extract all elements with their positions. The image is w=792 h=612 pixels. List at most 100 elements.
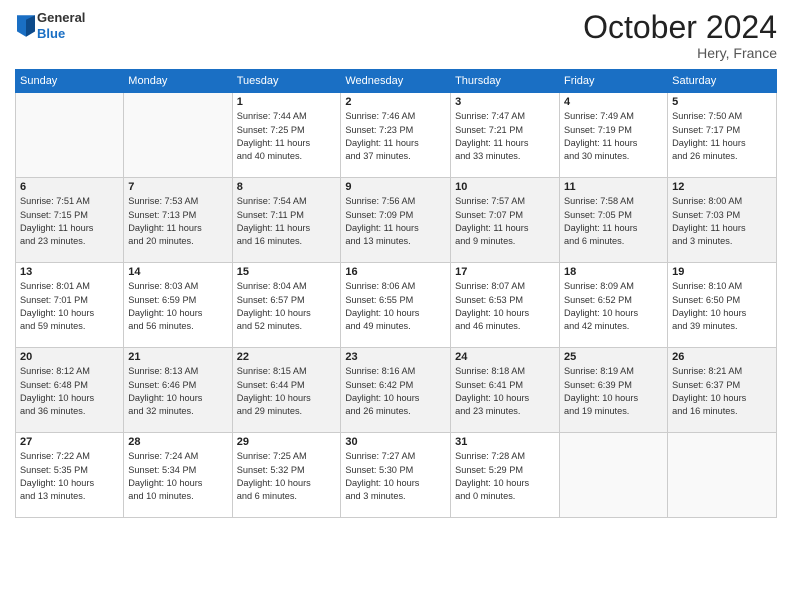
- day-number: 16: [345, 266, 446, 278]
- calendar-week-row: 20 Sunrise: 8:12 AMSunset: 6:48 PMDayligh…: [16, 348, 777, 433]
- day-number: 3: [455, 96, 555, 108]
- day-number: 9: [345, 181, 446, 193]
- calendar-cell: 10 Sunrise: 7:57 AMSunset: 7:07 PMDayligh…: [451, 178, 560, 263]
- day-number: 27: [20, 436, 119, 448]
- day-number: 15: [237, 266, 337, 278]
- calendar-cell: 21 Sunrise: 8:13 AMSunset: 6:46 PMDayligh…: [124, 348, 232, 433]
- calendar-cell: 31 Sunrise: 7:28 AMSunset: 5:29 PMDayligh…: [451, 433, 560, 518]
- day-number: 19: [672, 266, 772, 278]
- header-thursday: Thursday: [451, 70, 560, 93]
- day-number: 30: [345, 436, 446, 448]
- day-info: Sunrise: 7:47 AMSunset: 7:21 PMDaylight:…: [455, 110, 555, 163]
- day-number: 18: [564, 266, 663, 278]
- day-info: Sunrise: 7:49 AMSunset: 7:19 PMDaylight:…: [564, 110, 663, 163]
- day-number: 23: [345, 351, 446, 363]
- header-tuesday: Tuesday: [232, 70, 341, 93]
- calendar-cell: 19Sunrise: 8:10 AMSunset: 6:50 PMDayligh…: [668, 263, 777, 348]
- day-number: 2: [345, 96, 446, 108]
- day-info: Sunrise: 7:51 AMSunset: 7:15 PMDaylight:…: [20, 195, 119, 248]
- day-number: 22: [237, 351, 337, 363]
- header-saturday: Saturday: [668, 70, 777, 93]
- calendar-table: SundayMondayTuesdayWednesdayThursdayFrid…: [15, 69, 777, 518]
- calendar-cell: 2 Sunrise: 7:46 AMSunset: 7:23 PMDaylight…: [341, 93, 451, 178]
- day-info: Sunrise: 8:04 AMSunset: 6:57 PMDaylight:…: [237, 280, 337, 333]
- page: General Blue October 2024 Hery, France S…: [0, 0, 792, 612]
- calendar-cell: [668, 433, 777, 518]
- month-title: October 2024: [583, 10, 777, 45]
- calendar-cell: [124, 93, 232, 178]
- day-number: 8: [237, 181, 337, 193]
- calendar-cell: 3 Sunrise: 7:47 AMSunset: 7:21 PMDaylight…: [451, 93, 560, 178]
- day-info: Sunrise: 8:19 AMSunset: 6:39 PMDaylight:…: [564, 365, 663, 418]
- header-sunday: Sunday: [16, 70, 124, 93]
- day-number: 11: [564, 181, 663, 193]
- calendar-cell: 16 Sunrise: 8:06 AMSunset: 6:55 PMDayligh…: [341, 263, 451, 348]
- day-number: 6: [20, 181, 119, 193]
- day-number: 12: [672, 181, 772, 193]
- day-info: Sunrise: 7:56 AMSunset: 7:09 PMDaylight:…: [345, 195, 446, 248]
- calendar-cell: 26Sunrise: 8:21 AMSunset: 6:37 PMDayligh…: [668, 348, 777, 433]
- day-info: Sunrise: 7:57 AMSunset: 7:07 PMDaylight:…: [455, 195, 555, 248]
- calendar-cell: 15 Sunrise: 8:04 AMSunset: 6:57 PMDayligh…: [232, 263, 341, 348]
- calendar-cell: 7 Sunrise: 7:53 AMSunset: 7:13 PMDaylight…: [124, 178, 232, 263]
- day-info: Sunrise: 7:53 AMSunset: 7:13 PMDaylight:…: [128, 195, 227, 248]
- day-info: Sunrise: 7:25 AMSunset: 5:32 PMDaylight:…: [237, 450, 337, 503]
- day-number: 29: [237, 436, 337, 448]
- day-number: 31: [455, 436, 555, 448]
- calendar-cell: 17 Sunrise: 8:07 AMSunset: 6:53 PMDayligh…: [451, 263, 560, 348]
- calendar-cell: 29 Sunrise: 7:25 AMSunset: 5:32 PMDayligh…: [232, 433, 341, 518]
- day-info: Sunrise: 7:27 AMSunset: 5:30 PMDaylight:…: [345, 450, 446, 503]
- calendar-cell: 18 Sunrise: 8:09 AMSunset: 6:52 PMDayligh…: [559, 263, 667, 348]
- calendar-header-row: SundayMondayTuesdayWednesdayThursdayFrid…: [16, 70, 777, 93]
- title-block: October 2024 Hery, France: [583, 10, 777, 61]
- calendar-week-row: 13Sunrise: 8:01 AMSunset: 7:01 PMDayligh…: [16, 263, 777, 348]
- day-number: 5: [672, 96, 772, 108]
- calendar-cell: 22Sunrise: 8:15 AMSunset: 6:44 PMDayligh…: [232, 348, 341, 433]
- logo-icon: [17, 15, 35, 37]
- day-number: 21: [128, 351, 227, 363]
- day-number: 7: [128, 181, 227, 193]
- logo-text: General Blue: [37, 10, 85, 41]
- header-friday: Friday: [559, 70, 667, 93]
- calendar-cell: [16, 93, 124, 178]
- calendar-cell: 6 Sunrise: 7:51 AMSunset: 7:15 PMDaylight…: [16, 178, 124, 263]
- calendar-week-row: 6 Sunrise: 7:51 AMSunset: 7:15 PMDaylight…: [16, 178, 777, 263]
- day-number: 20: [20, 351, 119, 363]
- day-info: Sunrise: 8:13 AMSunset: 6:46 PMDaylight:…: [128, 365, 227, 418]
- header-wednesday: Wednesday: [341, 70, 451, 93]
- calendar-week-row: 27 Sunrise: 7:22 AMSunset: 5:35 PMDayligh…: [16, 433, 777, 518]
- location: Hery, France: [583, 45, 777, 61]
- day-number: 28: [128, 436, 227, 448]
- calendar-cell: 11 Sunrise: 7:58 AMSunset: 7:05 PMDayligh…: [559, 178, 667, 263]
- calendar-cell: 30 Sunrise: 7:27 AMSunset: 5:30 PMDayligh…: [341, 433, 451, 518]
- calendar-week-row: 1Sunrise: 7:44 AMSunset: 7:25 PMDaylight…: [16, 93, 777, 178]
- day-number: 26: [672, 351, 772, 363]
- calendar-cell: 27 Sunrise: 7:22 AMSunset: 5:35 PMDayligh…: [16, 433, 124, 518]
- day-info: Sunrise: 8:00 AMSunset: 7:03 PMDaylight:…: [672, 195, 772, 248]
- calendar-cell: [559, 433, 667, 518]
- logo: General Blue: [15, 10, 85, 41]
- day-info: Sunrise: 7:58 AMSunset: 7:05 PMDaylight:…: [564, 195, 663, 248]
- day-info: Sunrise: 8:12 AMSunset: 6:48 PMDaylight:…: [20, 365, 119, 418]
- header: General Blue October 2024 Hery, France: [15, 10, 777, 61]
- day-info: Sunrise: 7:28 AMSunset: 5:29 PMDaylight:…: [455, 450, 555, 503]
- calendar-cell: 25Sunrise: 8:19 AMSunset: 6:39 PMDayligh…: [559, 348, 667, 433]
- calendar-cell: 8Sunrise: 7:54 AMSunset: 7:11 PMDaylight…: [232, 178, 341, 263]
- day-number: 4: [564, 96, 663, 108]
- day-info: Sunrise: 8:07 AMSunset: 6:53 PMDaylight:…: [455, 280, 555, 333]
- day-info: Sunrise: 7:46 AMSunset: 7:23 PMDaylight:…: [345, 110, 446, 163]
- day-number: 10: [455, 181, 555, 193]
- day-number: 17: [455, 266, 555, 278]
- calendar-cell: 20 Sunrise: 8:12 AMSunset: 6:48 PMDayligh…: [16, 348, 124, 433]
- day-info: Sunrise: 7:50 AMSunset: 7:17 PMDaylight:…: [672, 110, 772, 163]
- day-number: 13: [20, 266, 119, 278]
- calendar-cell: 23Sunrise: 8:16 AMSunset: 6:42 PMDayligh…: [341, 348, 451, 433]
- day-info: Sunrise: 8:06 AMSunset: 6:55 PMDaylight:…: [345, 280, 446, 333]
- calendar-cell: 4 Sunrise: 7:49 AMSunset: 7:19 PMDaylight…: [559, 93, 667, 178]
- day-info: Sunrise: 7:22 AMSunset: 5:35 PMDaylight:…: [20, 450, 119, 503]
- day-info: Sunrise: 8:09 AMSunset: 6:52 PMDaylight:…: [564, 280, 663, 333]
- header-monday: Monday: [124, 70, 232, 93]
- day-number: 24: [455, 351, 555, 363]
- day-info: Sunrise: 8:03 AMSunset: 6:59 PMDaylight:…: [128, 280, 227, 333]
- day-info: Sunrise: 8:18 AMSunset: 6:41 PMDaylight:…: [455, 365, 555, 418]
